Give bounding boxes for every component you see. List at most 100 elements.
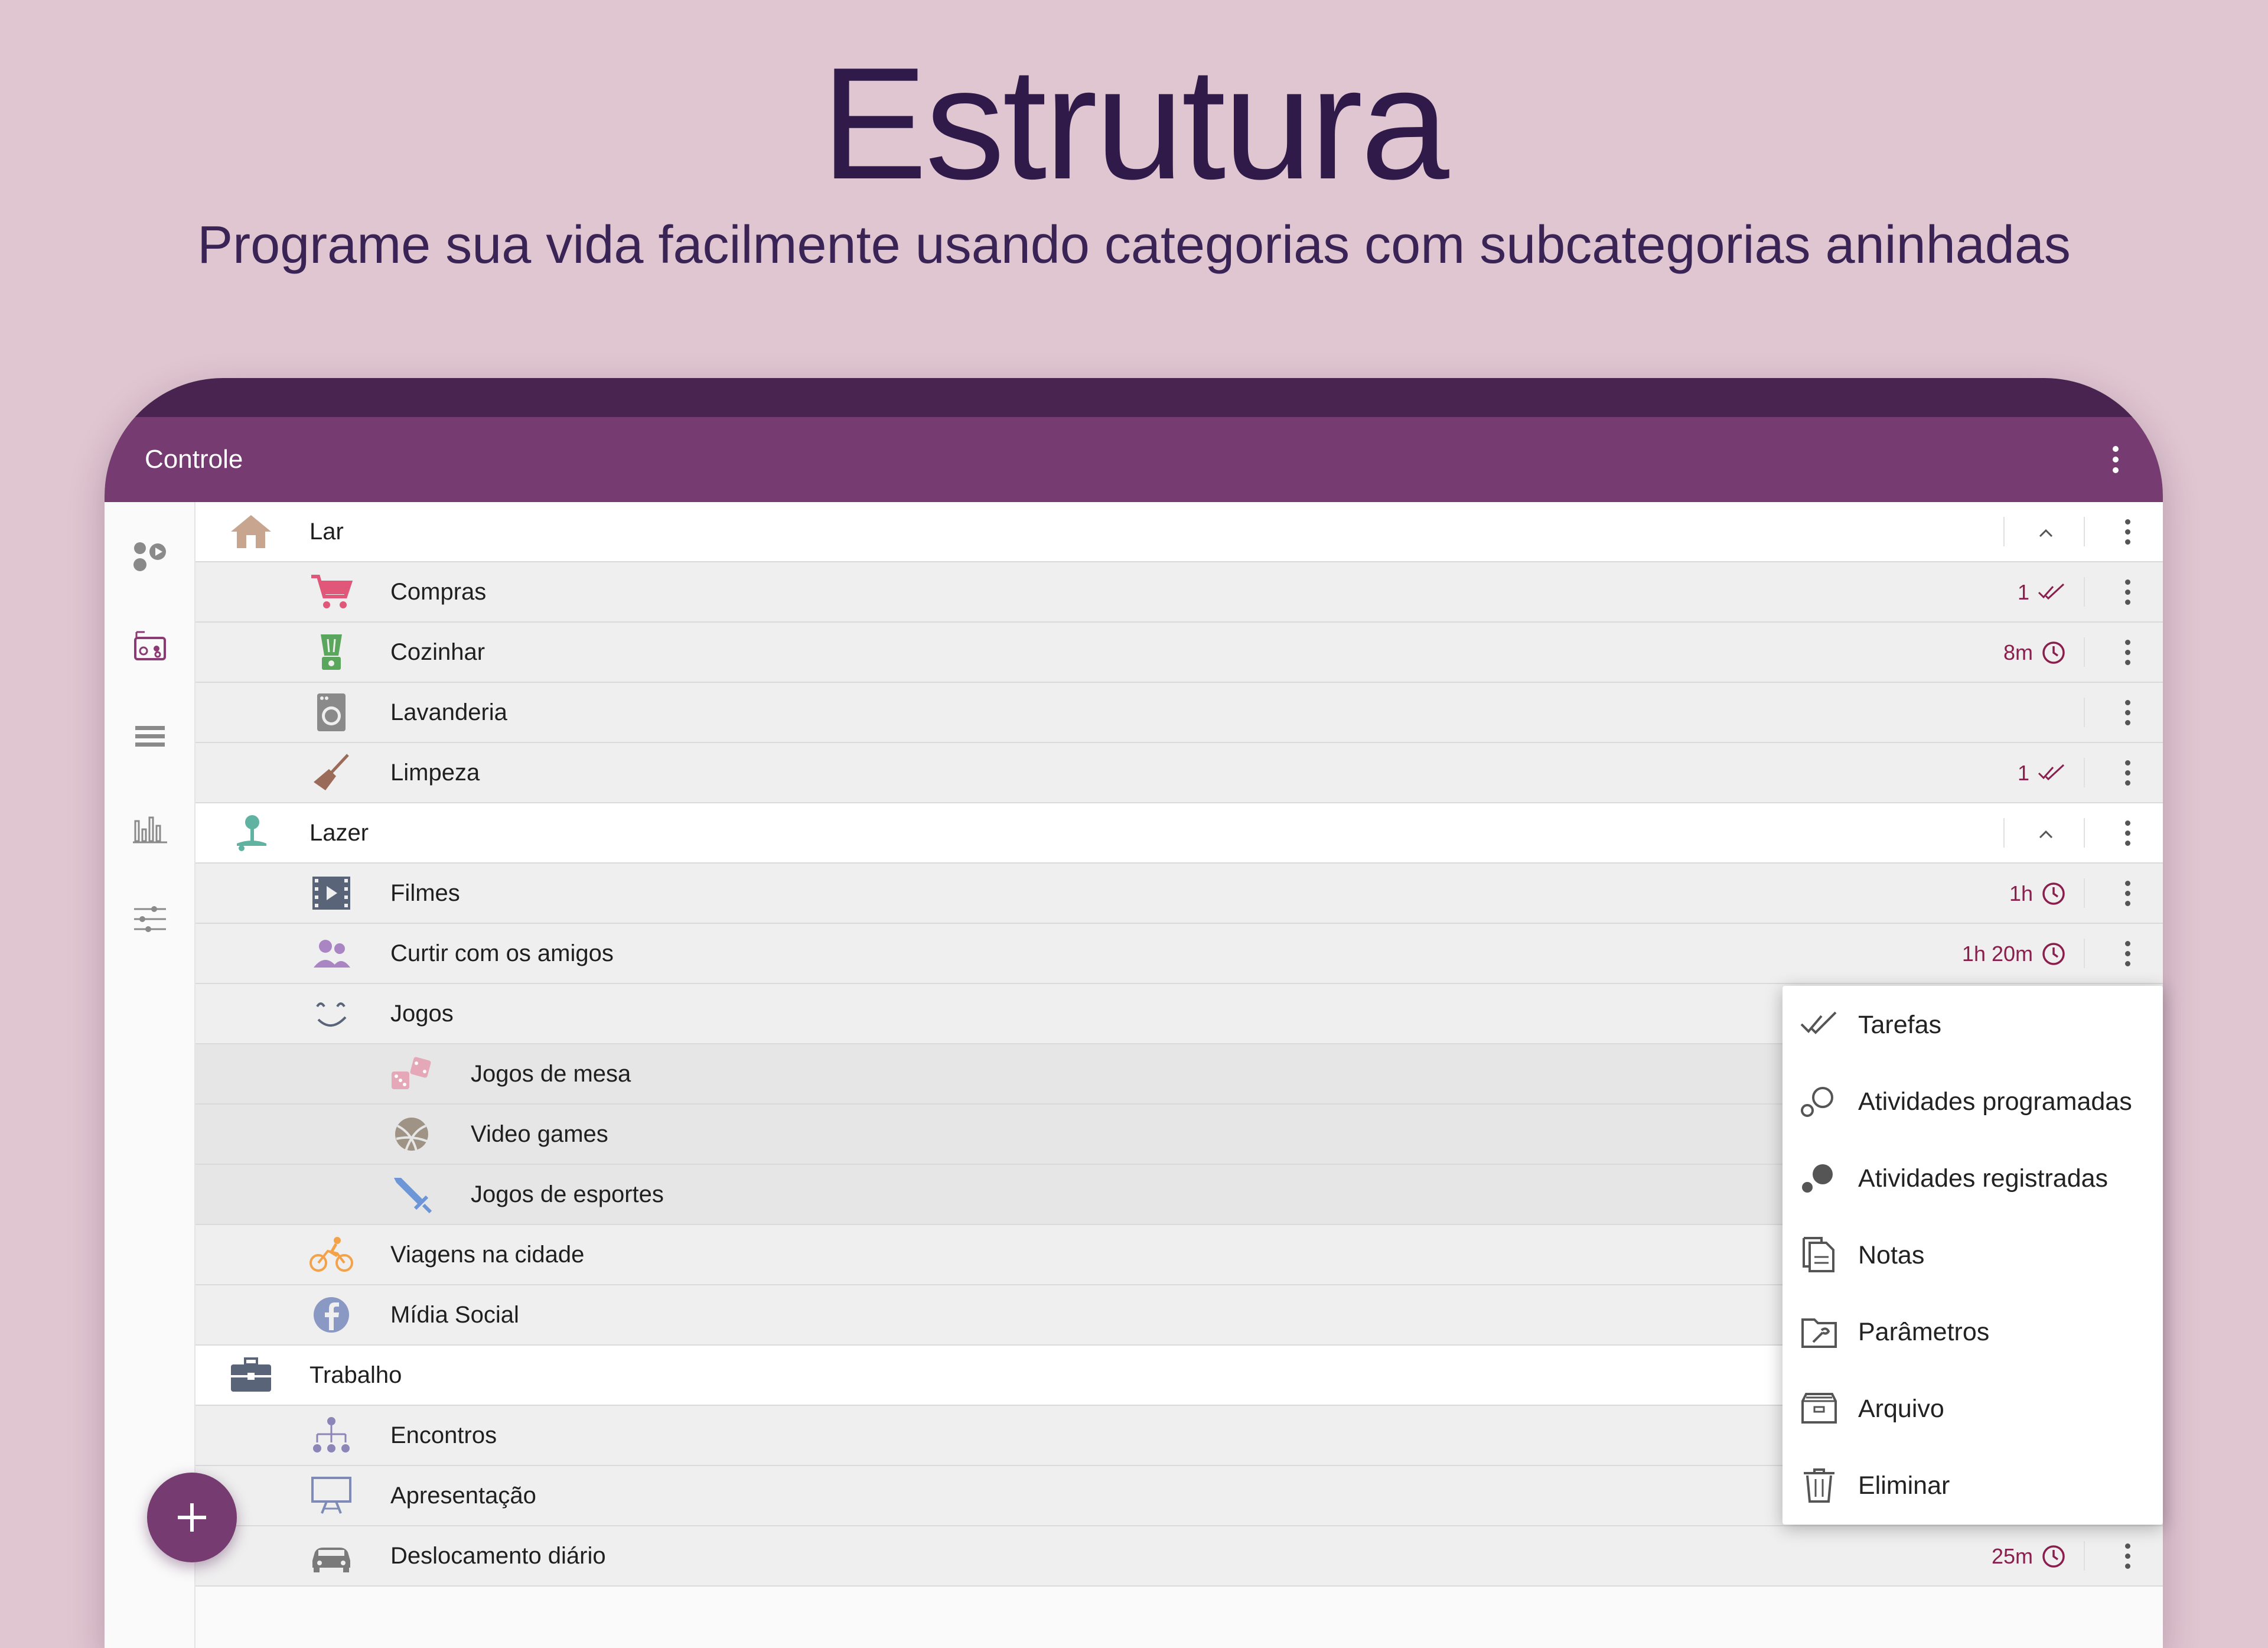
category-row-cozinhar[interactable]: Cozinhar 8m	[195, 623, 2163, 683]
row-label: Video games	[471, 1121, 608, 1147]
sliders-icon[interactable]	[132, 901, 168, 937]
washer-icon	[309, 693, 354, 731]
row-label: Viagens na cidade	[390, 1242, 585, 1268]
list-icon[interactable]	[132, 718, 168, 754]
task-count: 1	[2018, 578, 2066, 607]
row-label: Lar	[309, 519, 344, 545]
easel-icon	[309, 1477, 354, 1515]
archive-icon	[1800, 1390, 1838, 1426]
row-label: Trabalho	[309, 1362, 402, 1388]
house-icon	[229, 513, 273, 551]
menu-item-label: Atividades registradas	[1858, 1164, 2109, 1193]
double-check-icon	[2038, 583, 2065, 600]
row-label: Compras	[390, 579, 487, 605]
row-menu-icon[interactable]	[2110, 634, 2145, 670]
duration: 1h	[2009, 879, 2066, 908]
menu-item-atividades-registradas[interactable]: Atividades registradas	[1783, 1139, 2163, 1216]
subline: Programe sua vida facilmente usando cate…	[197, 216, 2071, 275]
double-check-icon	[1800, 1007, 1838, 1042]
menu-item-label: Eliminar	[1858, 1471, 1950, 1500]
status-bar	[105, 378, 2163, 417]
row-menu-icon[interactable]	[2110, 695, 2145, 730]
row-label: Limpeza	[390, 760, 480, 786]
tree-icon	[229, 814, 273, 852]
row-menu-icon[interactable]	[2110, 875, 2145, 911]
row-menu-icon[interactable]	[2110, 1538, 2145, 1574]
duration: 25m	[1992, 1542, 2066, 1571]
row-label: Jogos de esportes	[471, 1181, 664, 1207]
row-label: Lavanderia	[390, 699, 507, 725]
film-icon	[309, 874, 354, 912]
add-button[interactable]	[147, 1473, 237, 1562]
headline: Estrutura	[821, 35, 1449, 213]
category-row-compras[interactable]: Compras 1	[195, 562, 2163, 623]
row-label: Cozinhar	[390, 639, 485, 665]
trash-icon	[1800, 1467, 1838, 1503]
category-row-curtir-com-os-amigos[interactable]: Curtir com os amigos 1h 20m	[195, 924, 2163, 984]
facebook-icon	[309, 1296, 354, 1334]
menu-item-tarefas[interactable]: Tarefas	[1783, 986, 2163, 1063]
menu-item-label: Parâmetros	[1858, 1318, 1990, 1346]
row-label: Jogos de mesa	[471, 1061, 631, 1087]
row-label: Apresentação	[390, 1483, 536, 1509]
menu-item-arquivo[interactable]: Arquivo	[1783, 1370, 2163, 1447]
app-bar: Controle	[105, 417, 2163, 502]
cart-icon	[309, 573, 354, 611]
activities-icon[interactable]	[132, 539, 168, 575]
row-label: Filmes	[390, 880, 460, 906]
chevron-up-icon[interactable]	[2031, 819, 2061, 849]
row-label: Lazer	[309, 820, 369, 846]
category-row-deslocamento-diario[interactable]: Deslocamento diário 25m	[195, 1526, 2163, 1587]
row-label: Jogos	[390, 1001, 454, 1027]
chevron-up-icon[interactable]	[2031, 517, 2061, 548]
outline-circles-icon	[1800, 1083, 1838, 1119]
people-icon	[309, 934, 354, 972]
row-label: Mídia Social	[390, 1302, 519, 1328]
menu-item-label: Arquivo	[1858, 1395, 1944, 1423]
row-menu-icon[interactable]	[2110, 574, 2145, 610]
category-row-lavanderia[interactable]: Lavanderia	[195, 683, 2163, 743]
category-row-lazer[interactable]: Lazer	[195, 803, 2163, 864]
smile-icon	[309, 995, 354, 1033]
row-label: Curtir com os amigos	[390, 940, 614, 966]
bike-icon	[309, 1236, 354, 1274]
app-title: Controle	[145, 445, 243, 474]
menu-item-label: Notas	[1858, 1241, 1925, 1269]
stats-icon[interactable]	[132, 809, 168, 846]
more-vert-icon[interactable]	[2092, 436, 2139, 483]
radio-icon[interactable]	[132, 627, 168, 664]
row-menu-icon[interactable]	[2110, 514, 2145, 549]
clock-icon	[2042, 943, 2065, 965]
row-label: Deslocamento diário	[390, 1543, 606, 1569]
task-count: 1	[2018, 758, 2066, 788]
clock-icon	[2042, 641, 2065, 664]
menu-item-eliminar[interactable]: Eliminar	[1783, 1447, 2163, 1523]
context-menu: Tarefas Atividades programadas Atividade…	[1783, 986, 2163, 1525]
category-row-lar[interactable]: Lar	[195, 502, 2163, 562]
broom-icon	[309, 754, 354, 792]
row-menu-icon[interactable]	[2110, 755, 2145, 790]
car-icon	[309, 1537, 354, 1575]
menu-item-parametros[interactable]: Parâmetros	[1783, 1293, 2163, 1370]
dice-icon	[389, 1055, 434, 1093]
org-chart-icon	[309, 1416, 354, 1454]
category-row-filmes[interactable]: Filmes 1h	[195, 864, 2163, 924]
clock-icon	[2042, 882, 2065, 905]
category-row-limpeza[interactable]: Limpeza 1	[195, 743, 2163, 803]
menu-item-atividades-programadas[interactable]: Atividades programadas	[1783, 1063, 2163, 1139]
clock-icon	[2042, 1545, 2065, 1568]
row-menu-icon[interactable]	[2110, 815, 2145, 851]
menu-item-notas[interactable]: Notas	[1783, 1216, 2163, 1293]
double-check-icon	[2038, 764, 2065, 781]
menu-item-label: Tarefas	[1858, 1011, 1942, 1039]
menu-item-label: Atividades programadas	[1858, 1087, 2132, 1116]
ball-icon	[389, 1115, 434, 1153]
notes-icon	[1800, 1237, 1838, 1272]
briefcase-icon	[229, 1356, 273, 1394]
filled-circles-icon	[1800, 1160, 1838, 1196]
row-menu-icon[interactable]	[2110, 936, 2145, 971]
blender-icon	[309, 633, 354, 671]
sword-icon	[389, 1175, 434, 1214]
row-label: Encontros	[390, 1422, 497, 1448]
duration: 1h 20m	[1962, 939, 2066, 969]
